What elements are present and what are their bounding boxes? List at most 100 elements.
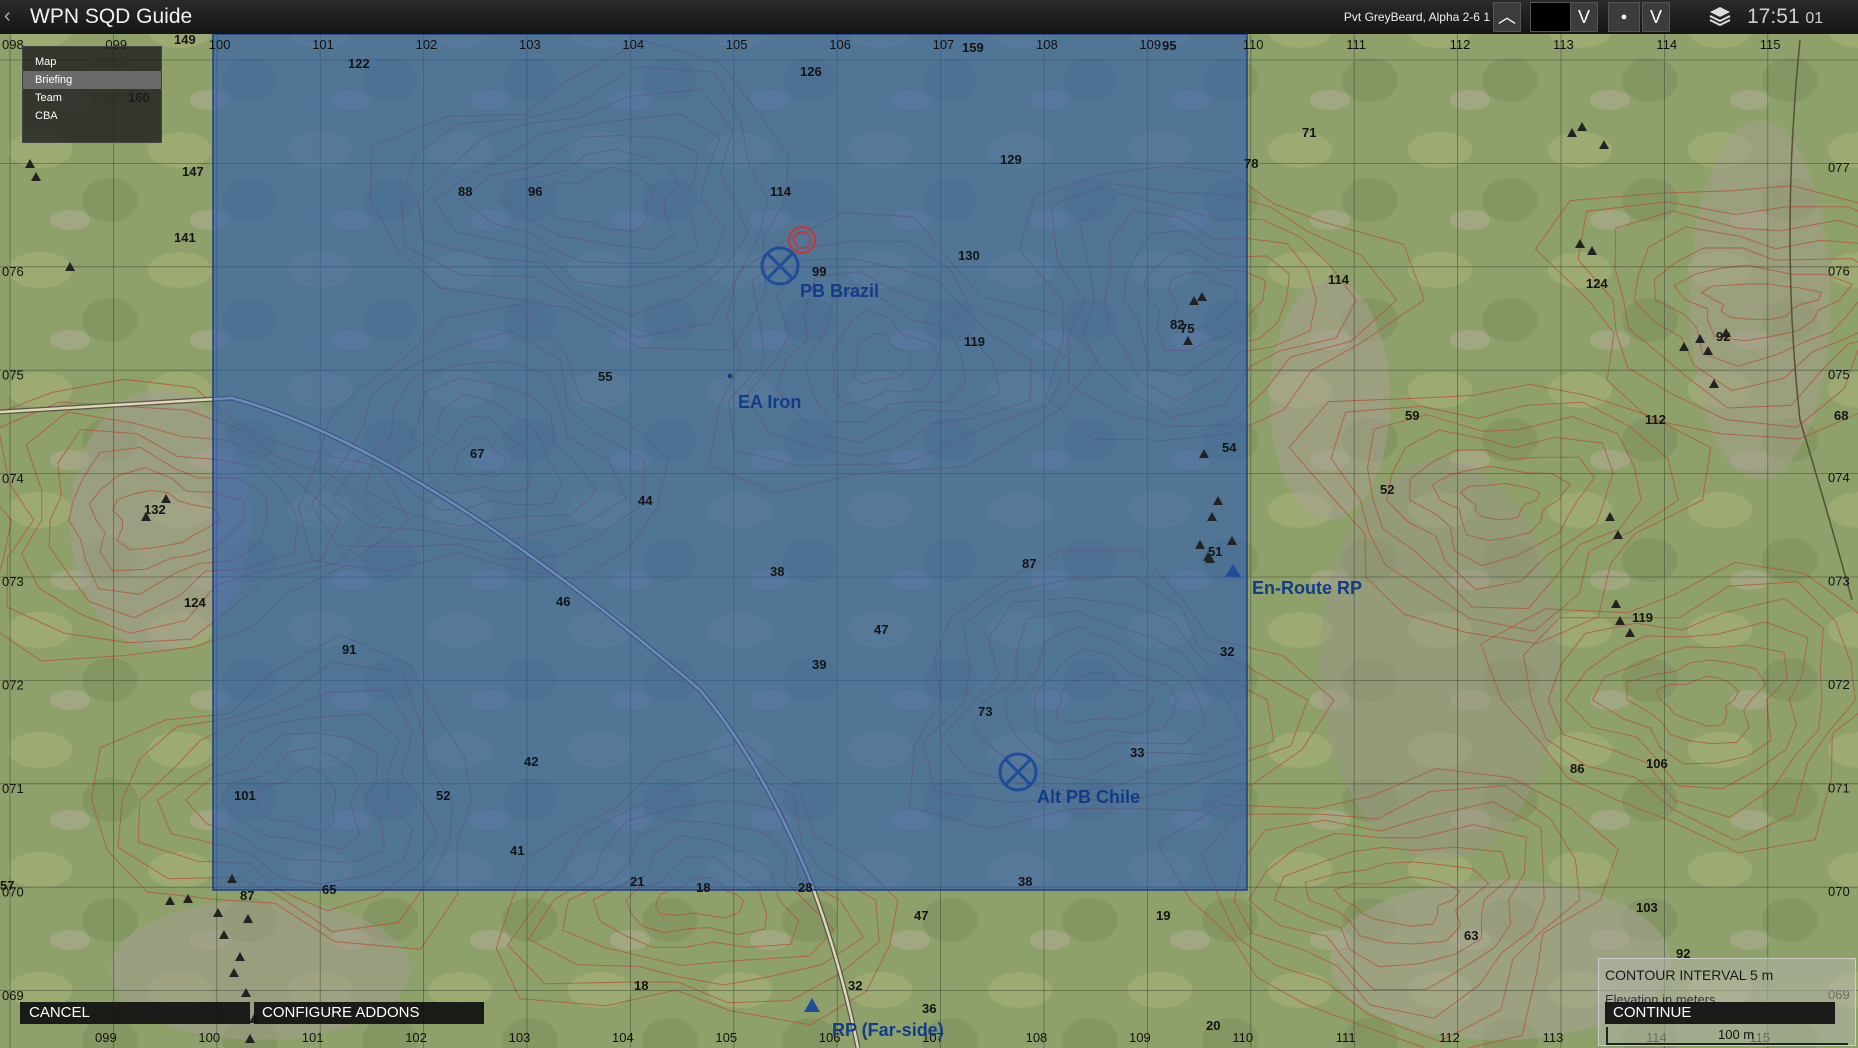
side-menu: Map Briefing Team CBA [22, 46, 162, 143]
back-arrow-icon[interactable]: ‹ [4, 5, 11, 28]
grid-label-top: 110 [1243, 37, 1264, 52]
marker-dot-button[interactable]: ● [1608, 2, 1640, 32]
grid-label-top: 112 [1450, 37, 1471, 52]
elevation-label: 63 [1464, 928, 1478, 943]
grid-label-left: 072 [2, 678, 24, 693]
elevation-label: 68 [1834, 408, 1848, 423]
dropdown-a-button[interactable]: V [1570, 2, 1598, 32]
elevation-label: 52 [1380, 482, 1394, 497]
elevation-label: 91 [342, 642, 356, 657]
chevron-up-button[interactable]: ︿ [1493, 2, 1521, 32]
color-swatch-button[interactable] [1530, 2, 1572, 32]
grid-label-top: 106 [829, 37, 851, 52]
grid-label-bottom: 104 [612, 1030, 634, 1045]
elevation-label: 39 [812, 657, 826, 672]
elevation-label: 52 [436, 788, 450, 803]
grid-label-top: 102 [416, 37, 438, 52]
elevation-label: 96 [528, 184, 542, 199]
grid-label-top: 114 [1656, 37, 1677, 52]
menu-item-map[interactable]: Map [23, 53, 161, 71]
grid-label-top: 101 [312, 37, 334, 52]
grid-label-left: 069 [2, 988, 24, 1003]
elevation-label: 159 [962, 40, 984, 55]
menu-item-briefing[interactable]: Briefing [23, 71, 161, 89]
contour-interval-text: CONTOUR INTERVAL 5 m [1605, 967, 1774, 983]
elevation-label: 65 [322, 882, 336, 897]
enroute-rp-label: En-Route RP [1252, 578, 1362, 598]
top-bar: ‹ WPN SQD Guide Pvt GreyBeard, Alpha 2-6… [0, 0, 1858, 34]
elevation-label: 32 [1220, 644, 1234, 659]
grid-label-right: 077 [1828, 160, 1850, 175]
grid-label-left: 073 [2, 574, 24, 589]
menu-item-team[interactable]: Team [23, 89, 161, 107]
elevation-label: 119 [964, 334, 985, 349]
dropdown-b-button[interactable]: V [1642, 2, 1670, 32]
elevation-label: 147 [182, 164, 204, 179]
grid-label-right: 071 [1828, 780, 1850, 795]
grid-label-right: 074 [1828, 470, 1850, 485]
grid-label-bottom: 111 [1336, 1030, 1356, 1045]
elevation-label: 87 [240, 888, 254, 903]
grid-label-left: 071 [2, 781, 24, 796]
elevation-label: 59 [1405, 408, 1419, 423]
grid-label-left: 075 [2, 367, 24, 382]
continue-button[interactable]: CONTINUE [1605, 1002, 1835, 1024]
menu-item-cba[interactable]: CBA [23, 107, 161, 125]
elevation-label: 106 [1646, 756, 1668, 771]
cancel-button[interactable]: CANCEL [20, 1002, 250, 1024]
tactical-map[interactable]: 1491221261599514716012988961147178141130… [0, 34, 1858, 1048]
elevation-label: 55 [598, 369, 612, 384]
configure-addons-button[interactable]: CONFIGURE ADDONS [254, 1002, 484, 1024]
elevation-label: 18 [634, 978, 648, 993]
elevation-label: 103 [1636, 900, 1658, 915]
elevation-label: 38 [1018, 874, 1032, 889]
grid-label-left: 074 [2, 471, 24, 486]
ea-iron-label: EA Iron [738, 392, 801, 412]
grid-label-bottom: 113 [1543, 1030, 1564, 1045]
grid-label-top: 109 [1139, 37, 1161, 52]
elevation-label: 21 [630, 874, 644, 889]
elevation-label: 32 [848, 978, 862, 993]
grid-label-top: 115 [1760, 37, 1781, 52]
grid-label-top: 107 [933, 37, 955, 52]
elevation-label: 20 [1206, 1018, 1220, 1033]
elevation-label: 36 [922, 1001, 936, 1016]
elevation-label: 129 [1000, 152, 1022, 167]
player-name: Pvt GreyBeard, Alpha 2-6 1 [1343, 10, 1490, 24]
elevation-label: 126 [800, 64, 822, 79]
grid-label-bottom: 102 [405, 1030, 427, 1045]
elevation-label: 47 [874, 622, 888, 637]
elevation-label: 122 [348, 56, 370, 71]
grid-label-bottom: 105 [715, 1030, 737, 1045]
elevation-label: 124 [1586, 276, 1608, 291]
elevation-label: 67 [470, 446, 484, 461]
grid-label-bottom: 112 [1439, 1030, 1460, 1045]
elevation-label: 95 [1162, 38, 1176, 53]
grid-label-right: 073 [1828, 574, 1850, 589]
elevation-label: 119 [1632, 610, 1653, 625]
grid-label-bottom: 103 [509, 1030, 531, 1045]
elevation-label: 86 [1570, 761, 1584, 776]
elevation-label: 130 [958, 248, 980, 263]
elevation-label: 101 [234, 788, 256, 803]
elevation-label: 124 [184, 595, 206, 610]
grid-label-top: 111 [1346, 37, 1366, 52]
elevation-label: 33 [1130, 745, 1144, 760]
scale-label: 100 m [1718, 1027, 1755, 1042]
area-of-operations [212, 34, 1248, 891]
elevation-label: 41 [510, 843, 524, 858]
elevation-label: 73 [978, 704, 992, 719]
elevation-label: 42 [524, 754, 538, 769]
grid-label-bottom: 108 [1026, 1030, 1048, 1045]
elevation-label: 18 [696, 880, 710, 895]
elevation-label: 112 [1645, 412, 1666, 427]
grid-label-top: 108 [1036, 37, 1058, 52]
elevation-label: 38 [770, 564, 784, 579]
grid-label-right: 075 [1828, 367, 1850, 382]
elevation-label: 71 [1302, 125, 1316, 140]
grid-label-right: 070 [1828, 884, 1850, 899]
grid-label-top: 100 [209, 37, 231, 52]
grid-label-right: 072 [1828, 677, 1850, 692]
window-title: WPN SQD Guide [30, 5, 193, 28]
layers-icon[interactable] [1706, 2, 1734, 30]
